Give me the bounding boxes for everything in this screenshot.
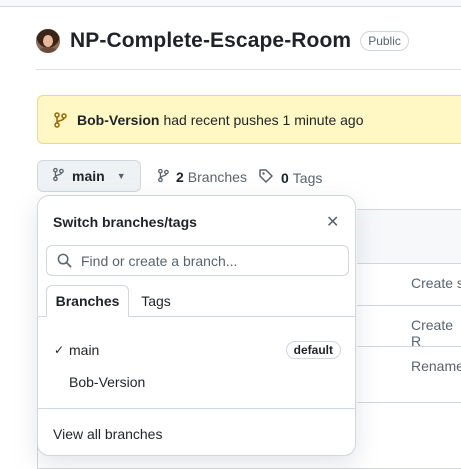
branches-count: 2 [176, 169, 184, 185]
triangle-down-icon: ▼ [116, 171, 126, 181]
branch-item-bob-version[interactable]: Bob-Version [38, 366, 355, 398]
owner-avatar[interactable] [36, 29, 60, 53]
branch-selector-button[interactable]: main ▼ [37, 160, 141, 192]
tab-branches[interactable]: Branches [46, 285, 129, 317]
tags-count: 0 [281, 169, 289, 186]
dropdown-title: Switch branches/tags [53, 214, 197, 230]
file-list-header [357, 210, 461, 264]
branch-item-label: main [69, 342, 100, 358]
git-branch-icon [52, 167, 64, 185]
top-bar-edge [0, 0, 461, 7]
commit-message-snippet[interactable]: Create s [411, 275, 461, 291]
commit-message-snippet[interactable]: Rename [411, 358, 461, 374]
view-all-branches-link[interactable]: View all branches [53, 426, 162, 442]
default-badge: default [285, 341, 341, 359]
tab-tags[interactable]: Tags [132, 285, 180, 317]
current-branch-label: main [72, 168, 105, 184]
tags-link[interactable]: 0 Tags [258, 168, 322, 187]
row-divider [357, 346, 461, 347]
repo-name[interactable]: NP-Complete-Escape-Room [70, 29, 351, 53]
branch-item-main[interactable]: ✓ main default [38, 334, 355, 366]
git-branch-icon [157, 168, 169, 186]
recent-push-banner: Bob-Version had recent pushes 1 minute a… [37, 95, 461, 144]
pushed-branch-name[interactable]: Bob-Version [77, 112, 159, 128]
commit-message-snippet[interactable]: Create R [411, 317, 461, 349]
header-divider [36, 69, 461, 70]
visibility-badge: Public [360, 31, 409, 51]
push-message: had recent pushes 1 minute ago [163, 111, 364, 128]
branch-search-input[interactable] [79, 251, 333, 270]
file-list-card: Create s Create R Rename [357, 209, 461, 403]
branches-label: Branches [187, 169, 247, 185]
branch-search-field[interactable] [46, 245, 349, 276]
close-icon[interactable]: ✕ [326, 212, 339, 232]
check-icon: ✓ [54, 343, 65, 357]
branches-link[interactable]: 2 Branches [157, 168, 247, 186]
tags-label: Tags [292, 169, 323, 186]
repo-header: NP-Complete-Escape-Room Public [36, 25, 409, 57]
git-branch-icon [53, 111, 67, 128]
row-divider [357, 305, 461, 306]
footer-divider [38, 408, 355, 409]
search-icon [57, 253, 72, 268]
branch-switcher-dropdown: Switch branches/tags ✕ Branches Tags ✓ m… [37, 195, 356, 456]
branch-item-label: Bob-Version [69, 374, 146, 390]
tag-icon [258, 168, 274, 187]
